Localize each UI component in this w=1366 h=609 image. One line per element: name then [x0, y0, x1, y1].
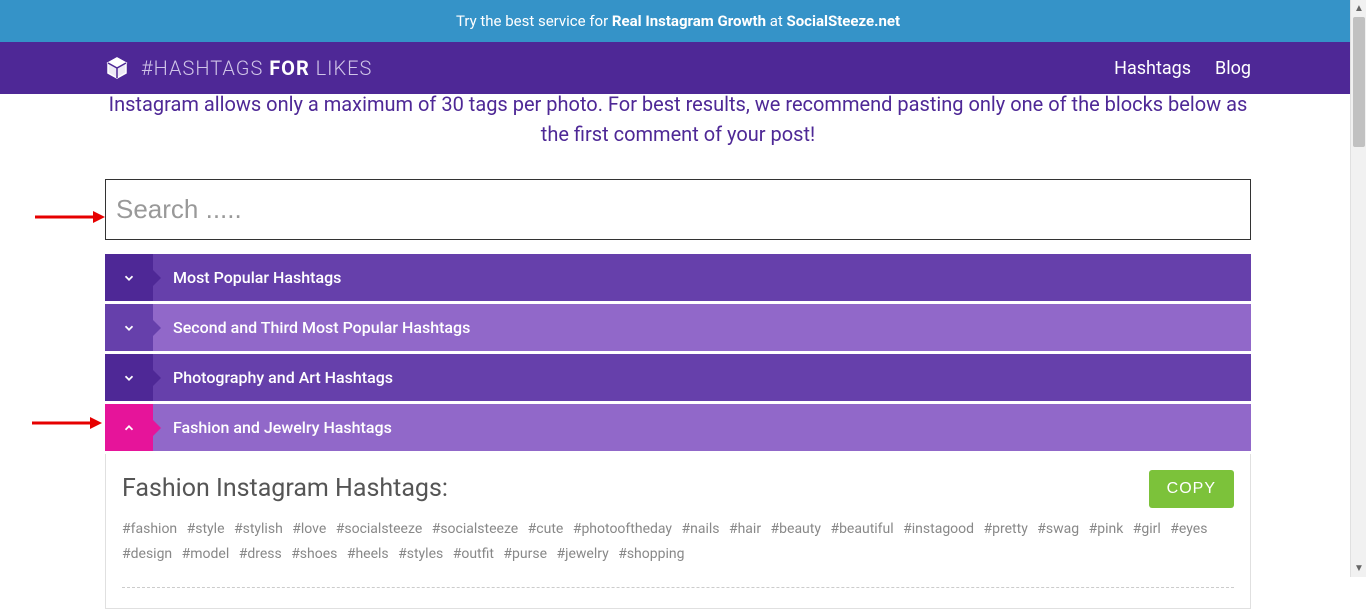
cube-icon: [105, 56, 129, 80]
accordion-label: Photography and Art Hashtags: [153, 354, 1251, 401]
chevron-down-icon: [122, 271, 136, 285]
hashtag-list: #fashion #style #stylish #love #socialst…: [122, 517, 1234, 567]
accordion-body-fashion: COPY Fashion Instagram Hashtags: #fashio…: [105, 454, 1251, 609]
scrollbar[interactable]: ▲ ▼: [1350, 0, 1366, 577]
accordion: Most Popular Hashtags Second and Third M…: [105, 254, 1251, 609]
accordion-label: Second and Third Most Popular Hashtags: [153, 304, 1251, 351]
navbar: #HASHTAGS FOR LIKES Hashtags Blog: [0, 42, 1356, 94]
accordion-toggle[interactable]: [105, 354, 153, 401]
banner-mid: at: [766, 12, 787, 30]
banner-bold: Real Instagram Growth: [612, 12, 766, 30]
annotation-arrow: [35, 207, 105, 227]
banner-prefix: Try the best service for: [456, 12, 612, 30]
nav-blog[interactable]: Blog: [1215, 58, 1251, 79]
accordion-item-most-popular[interactable]: Most Popular Hashtags: [105, 254, 1251, 301]
annotation-arrow: [32, 413, 102, 433]
promo-banner[interactable]: Try the best service for Real Instagram …: [0, 0, 1356, 42]
logo[interactable]: #HASHTAGS FOR LIKES: [105, 56, 372, 80]
chevron-down-icon: [122, 321, 136, 335]
nav-hashtags[interactable]: Hashtags: [1114, 58, 1191, 79]
accordion-label: Fashion and Jewelry Hashtags: [153, 404, 1251, 451]
scroll-up-arrow[interactable]: ▲: [1351, 0, 1366, 17]
scroll-down-arrow[interactable]: ▼: [1351, 560, 1366, 577]
banner-site: SocialSteeze.net: [786, 12, 900, 30]
accordion-item-fashion[interactable]: Fashion and Jewelry Hashtags: [105, 404, 1251, 451]
intro-text: Instagram allows only a maximum of 30 ta…: [0, 89, 1356, 179]
accordion-toggle[interactable]: [105, 254, 153, 301]
accordion-item-photography[interactable]: Photography and Art Hashtags: [105, 354, 1251, 401]
accordion-toggle[interactable]: [105, 304, 153, 351]
logo-text: #HASHTAGS FOR LIKES: [141, 56, 372, 80]
search-input[interactable]: [105, 179, 1251, 240]
divider: [122, 587, 1234, 588]
panel-title: Fashion Instagram Hashtags:: [122, 474, 1234, 503]
accordion-item-second-third[interactable]: Second and Third Most Popular Hashtags: [105, 304, 1251, 351]
copy-button[interactable]: COPY: [1149, 470, 1234, 508]
nav-links: Hashtags Blog: [1114, 58, 1251, 79]
accordion-label: Most Popular Hashtags: [153, 254, 1251, 301]
scroll-thumb[interactable]: [1353, 17, 1365, 147]
chevron-down-icon: [122, 371, 136, 385]
accordion-toggle[interactable]: [105, 404, 153, 451]
chevron-up-icon: [122, 421, 136, 435]
